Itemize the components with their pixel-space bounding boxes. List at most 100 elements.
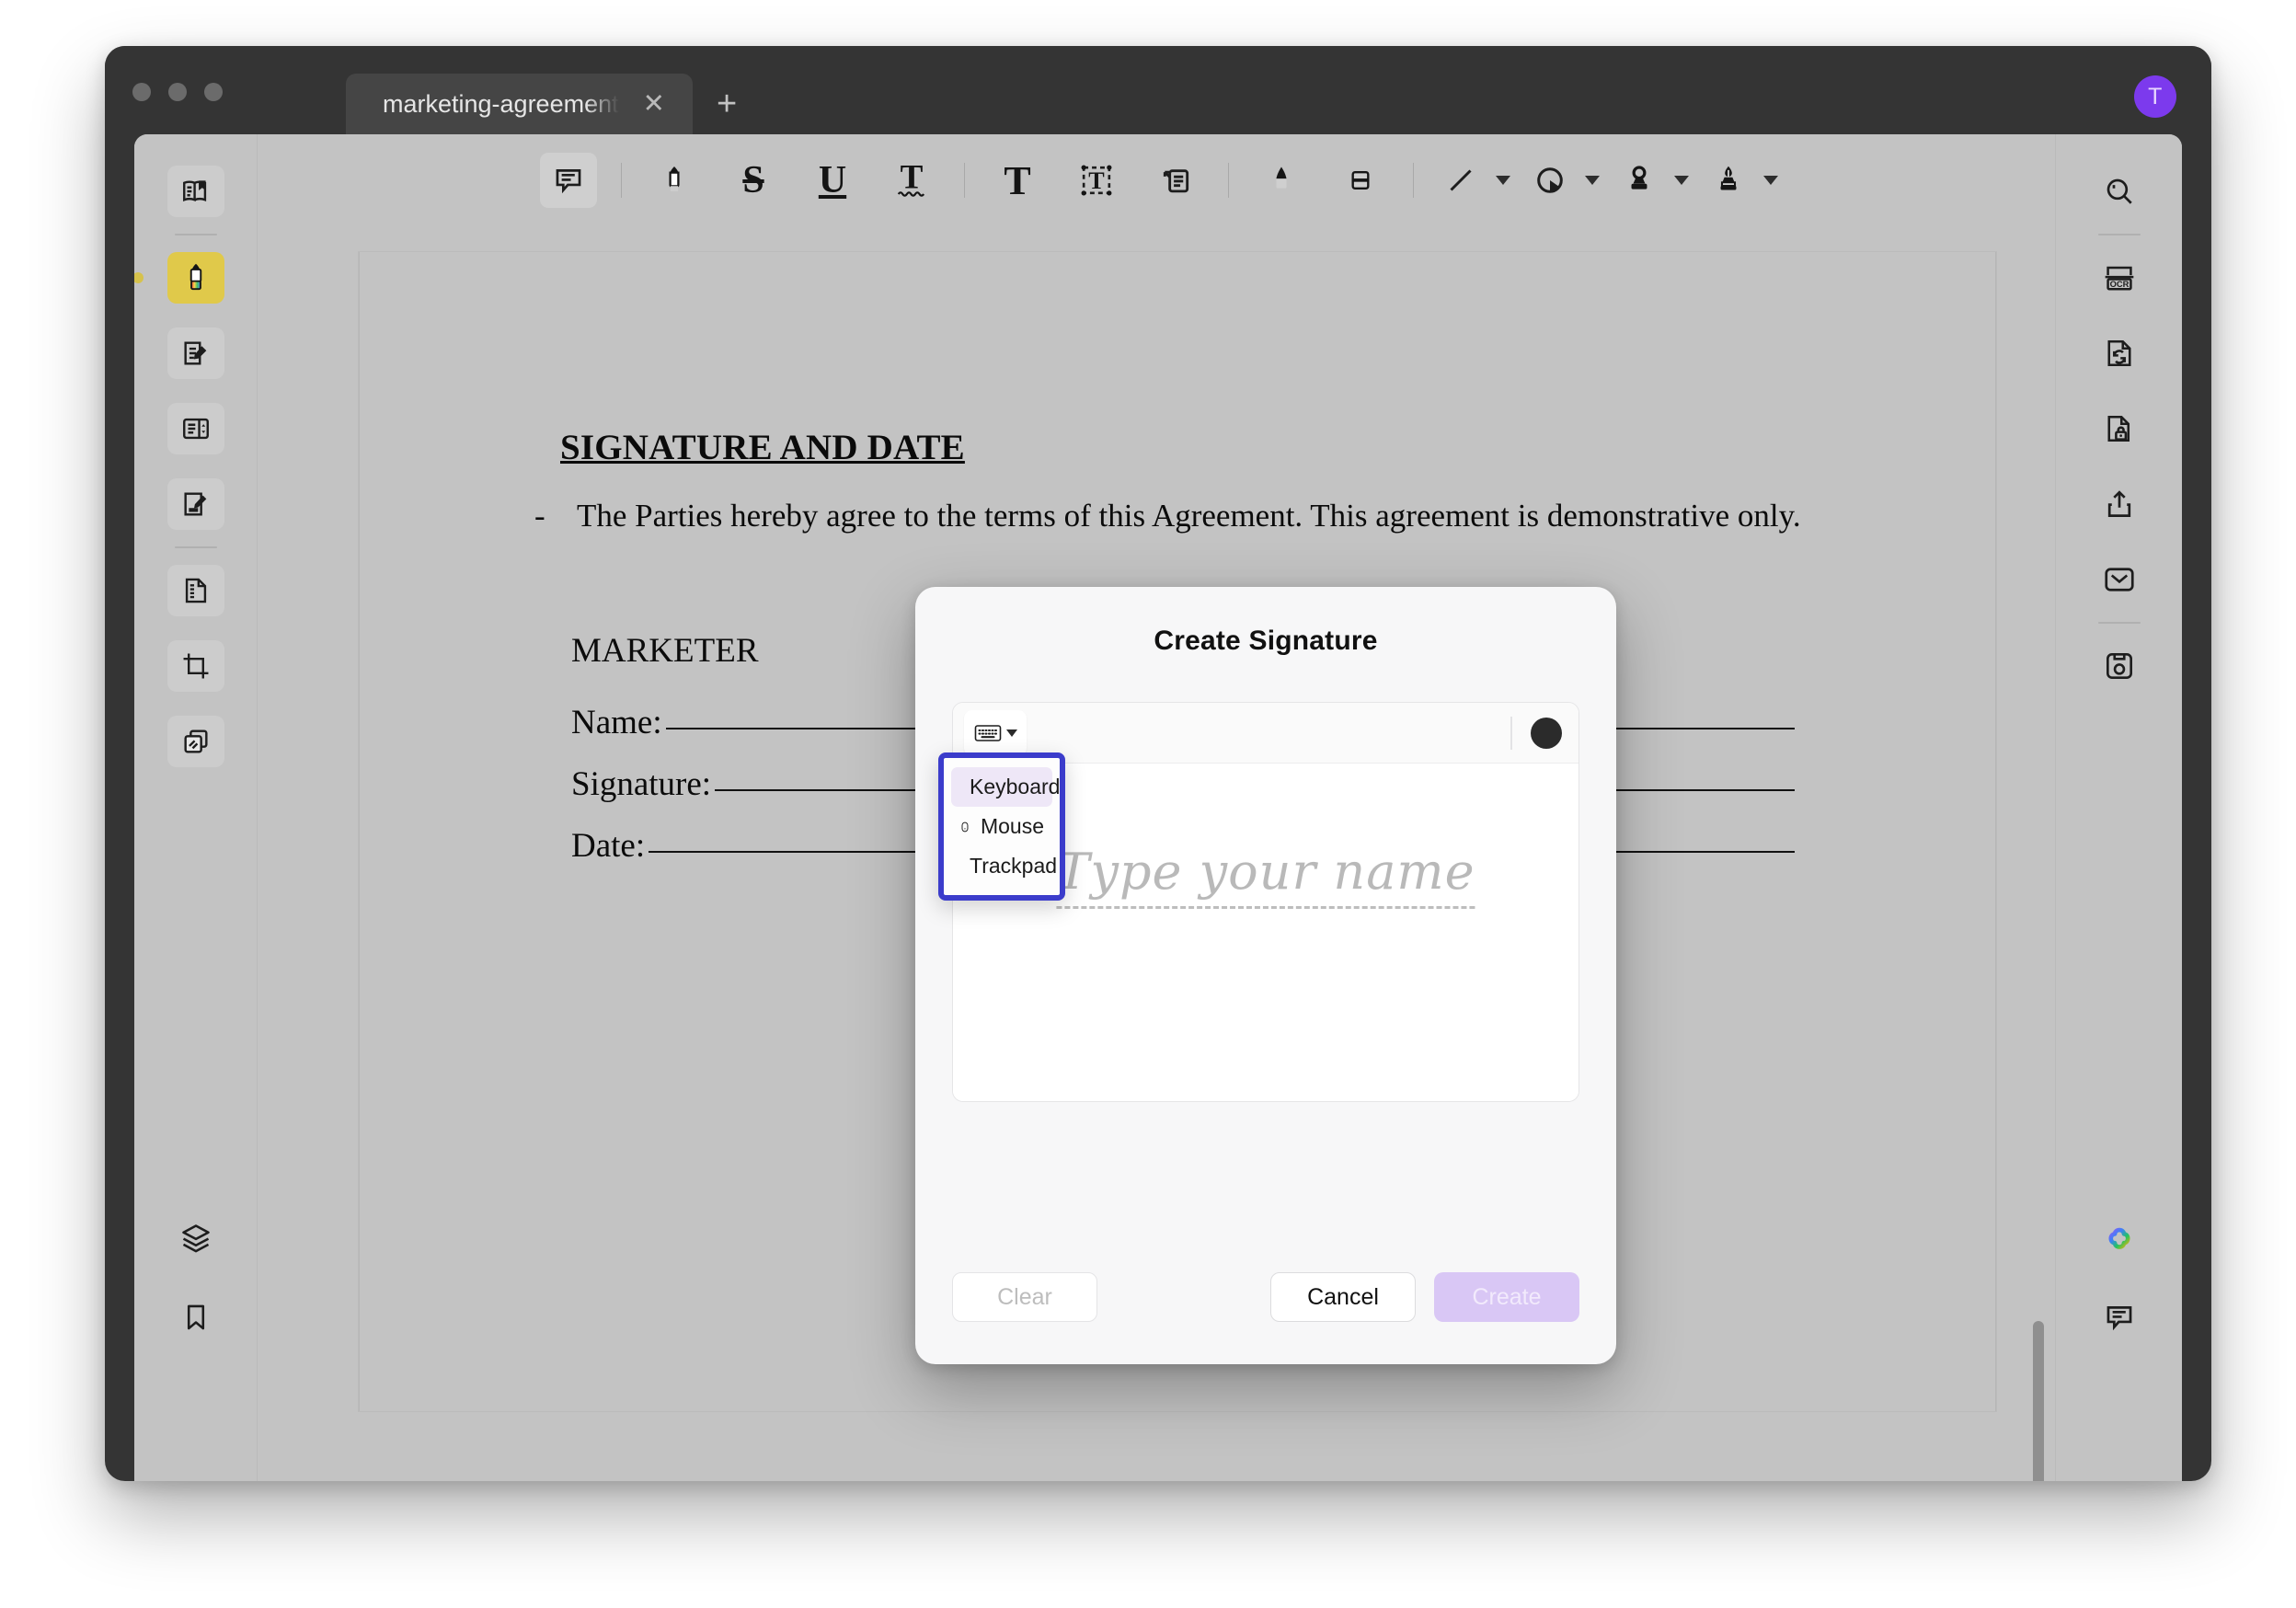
input-mode-dropdown-button[interactable]	[964, 709, 1027, 756]
svg-text:T: T	[1088, 167, 1105, 194]
sidebar-item-crop[interactable]	[166, 640, 224, 692]
svg-text:OCR: OCR	[2109, 280, 2129, 289]
chevron-down-icon-3[interactable]	[1674, 176, 1689, 185]
pen-icon[interactable]	[1253, 153, 1310, 208]
squiggly-glyph: T	[897, 160, 925, 197]
annotate-icon	[183, 341, 206, 365]
share-icon[interactable]	[2091, 478, 2148, 530]
callout-icon[interactable]	[1147, 153, 1204, 208]
sidebar-item-duplicate[interactable]	[166, 716, 224, 767]
right-rail-divider	[2097, 234, 2141, 235]
search-glyph	[2107, 178, 2132, 204]
underline-icon[interactable]: U	[804, 153, 861, 208]
comment-glyph	[556, 169, 581, 194]
signature-tool[interactable]	[1700, 153, 1778, 208]
menu-item-mouse-label: Mouse	[980, 814, 1044, 838]
chevron-down-icon-4[interactable]	[1763, 176, 1778, 185]
email-icon[interactable]	[2091, 554, 2148, 605]
sidebar-item-organize[interactable]	[166, 565, 224, 616]
close-icon[interactable]: ✕	[639, 90, 669, 118]
pen-glyph	[1276, 167, 1287, 189]
avatar[interactable]: T	[2134, 75, 2176, 118]
convert-icon[interactable]	[2091, 327, 2148, 379]
selection-indicator-dot	[134, 272, 144, 283]
signature-icon[interactable]	[1700, 153, 1757, 208]
signature-placeholder: Type your name	[1056, 843, 1475, 909]
bookmark-icon	[187, 1304, 204, 1330]
strikethrough-icon[interactable]: S	[725, 153, 782, 208]
eraser-glyph	[1351, 170, 1370, 190]
right-sidebar: OCR	[2055, 134, 2182, 1481]
new-tab-button[interactable]: +	[717, 86, 737, 121]
toolbar-divider-2	[964, 163, 965, 198]
ai-icon[interactable]	[2091, 1212, 2148, 1264]
stamp-icon[interactable]	[1611, 153, 1668, 208]
sidebar-item-edit-page[interactable]	[166, 478, 224, 530]
save-icon[interactable]	[2091, 640, 2148, 692]
window-controls	[132, 83, 223, 101]
chevron-down-icon-mode	[1005, 729, 1017, 737]
underline-glyph: U	[818, 159, 847, 201]
strikethrough-glyph: S	[742, 159, 764, 201]
sidebar-item-annotate[interactable]	[166, 327, 224, 379]
sidebar-item-layers[interactable]	[167, 1212, 224, 1264]
crop-icon	[183, 653, 208, 679]
highlight-glyph	[669, 166, 680, 191]
color-swatch[interactable]	[1531, 717, 1562, 749]
sidebar-item-outline[interactable]	[166, 166, 224, 217]
clear-button[interactable]: Clear	[952, 1272, 1097, 1322]
annotation-toolbar: S U T T T	[258, 134, 2055, 226]
search-icon[interactable]	[2091, 166, 2148, 217]
close-window-button[interactable]	[132, 83, 151, 101]
menu-item-trackpad[interactable]: Trackpad	[951, 846, 1057, 886]
tab-label: marketing-agreement	[383, 89, 619, 118]
application-window: marketing-agreement ✕ + T S U T T T SIGN…	[105, 46, 2211, 1481]
thumbnails-icon	[182, 418, 209, 440]
highlighter-icon[interactable]	[646, 153, 703, 208]
left-sidebar	[134, 134, 258, 1481]
shape-tool[interactable]	[1521, 153, 1600, 208]
stamp-glyph	[1631, 166, 1647, 190]
toolbar-divider	[621, 163, 622, 198]
outline-icon	[182, 180, 206, 201]
comments-panel-icon[interactable]	[2091, 1292, 2148, 1343]
toolbar-vertical-divider	[1510, 716, 1512, 750]
create-button[interactable]: Create	[1434, 1272, 1579, 1322]
menu-item-keyboard[interactable]: Keyboard	[951, 767, 1060, 807]
comment-icon[interactable]	[540, 153, 597, 208]
sidebar-item-bookmark[interactable]	[167, 1292, 224, 1343]
maximize-window-button[interactable]	[204, 83, 223, 101]
tab-strip: marketing-agreement ✕ +	[346, 74, 737, 134]
text-box-icon[interactable]: T	[1068, 153, 1125, 208]
line-tool[interactable]	[1432, 153, 1510, 208]
protect-icon[interactable]	[2091, 403, 2148, 454]
sidebar-item-thumbnails[interactable]	[166, 403, 224, 454]
minimize-window-button[interactable]	[168, 83, 187, 101]
organize-pages-icon	[185, 578, 206, 603]
eraser-icon[interactable]	[1332, 153, 1389, 208]
document-viewport[interactable]: SIGNATURE AND DATE - The Parties hereby …	[258, 226, 2055, 1481]
share-glyph	[2107, 490, 2130, 517]
menu-item-mouse[interactable]: Mouse	[951, 807, 1052, 846]
sidebar-item-highlighter[interactable]	[134, 252, 224, 304]
edit-page-icon	[183, 492, 206, 516]
protect-glyph	[2107, 415, 2130, 442]
window-body: S U T T T SIGNATURE AND DATE - The Parti…	[134, 134, 2182, 1481]
chevron-down-icon[interactable]	[1496, 176, 1510, 185]
shape-icon[interactable]	[1521, 153, 1578, 208]
menu-item-trackpad-label: Trackpad	[970, 854, 1058, 878]
dialog-title: Create Signature	[1154, 626, 1378, 656]
tab-marketing-agreement[interactable]: marketing-agreement ✕	[346, 74, 693, 134]
chevron-down-icon-2[interactable]	[1585, 176, 1600, 185]
right-rail-divider-2	[2097, 622, 2141, 624]
text-icon[interactable]: T	[989, 153, 1046, 208]
ocr-icon[interactable]: OCR	[2091, 252, 2148, 304]
line-icon[interactable]	[1432, 153, 1489, 208]
text-box-glyph: T	[1081, 165, 1112, 196]
convert-glyph	[2107, 339, 2131, 367]
cancel-button[interactable]: Cancel	[1270, 1272, 1416, 1322]
stamp-tool[interactable]	[1611, 153, 1689, 208]
layers-icon	[181, 1224, 210, 1253]
squiggly-underline-icon[interactable]: T	[883, 153, 940, 208]
comments-panel-glyph	[2107, 1306, 2131, 1331]
